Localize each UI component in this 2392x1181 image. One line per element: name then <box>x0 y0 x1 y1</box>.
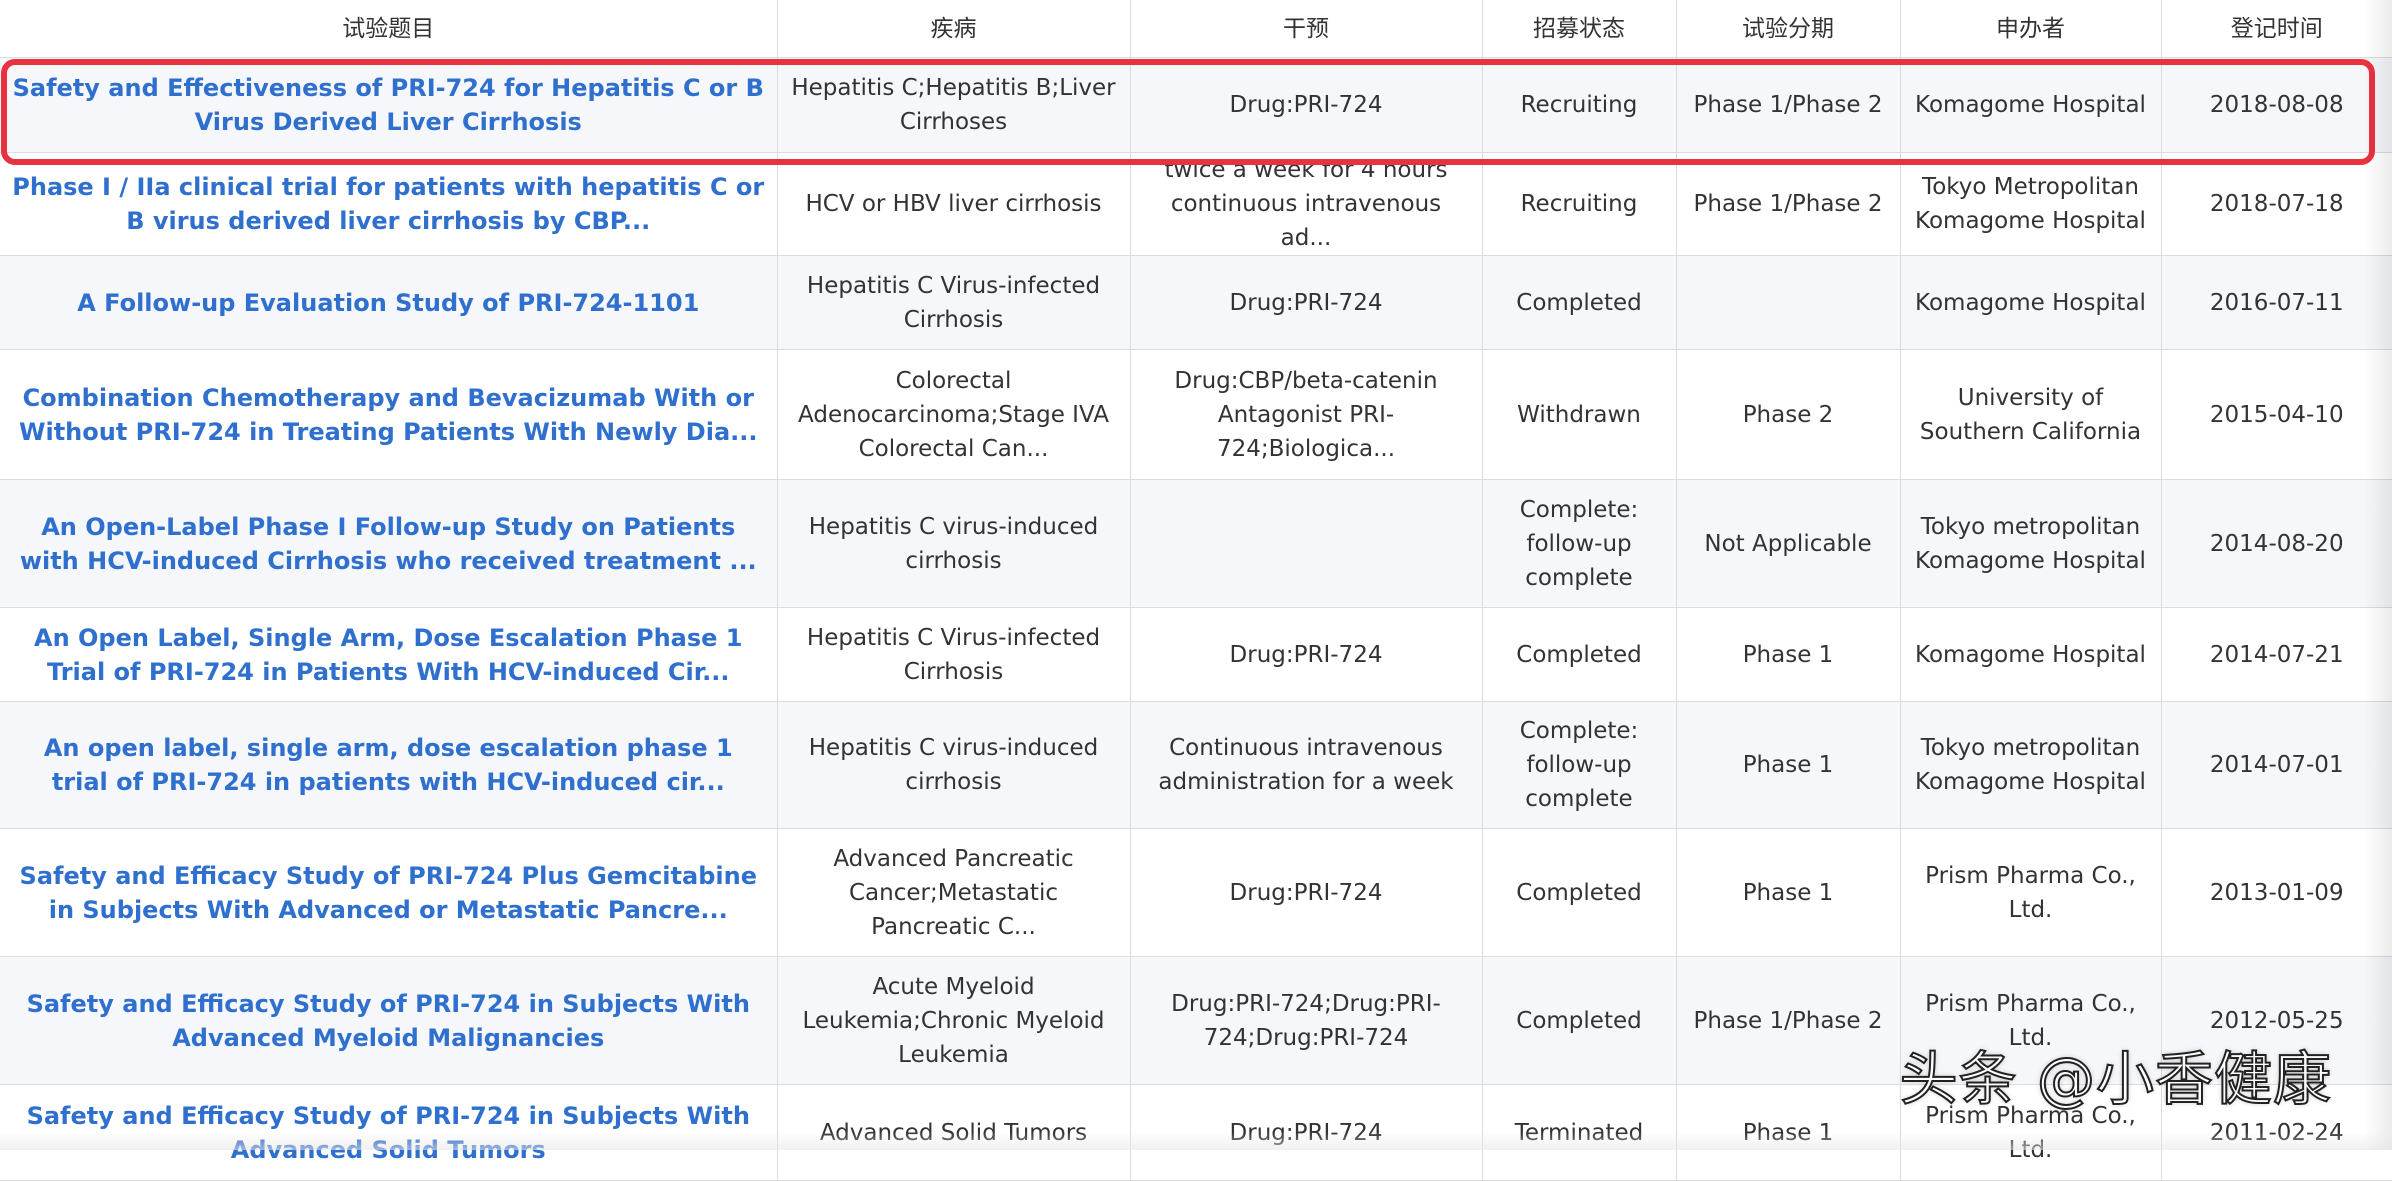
column-header-sponsor[interactable]: 申办者 <box>1900 0 2162 58</box>
phase-cell: Not Applicable <box>1676 479 1901 608</box>
sponsor-cell: Tokyo metropolitan Komagome Hospital <box>1900 479 2162 608</box>
date-cell: 2014-07-01 <box>2161 701 2392 829</box>
table-row[interactable]: Safety and Efficacy Study of PRI-724 in … <box>0 1084 2392 1181</box>
sponsor-cell: Prism Pharma Co., Ltd. <box>1900 956 2162 1085</box>
table-row[interactable]: Safety and Efficacy Study of PRI-724 in … <box>0 956 2392 1085</box>
phase-cell: Phase 1/Phase 2 <box>1676 152 1901 256</box>
table-row[interactable]: An Open Label, Single Arm, Dose Escalati… <box>0 607 2392 702</box>
intervention-cell: Drug:PRI-724 <box>1130 255 1483 350</box>
trial-title-link[interactable]: Safety and Effectiveness of PRI-724 for … <box>0 57 778 153</box>
status-cell: Recruiting <box>1482 57 1677 153</box>
trial-title-link[interactable]: An open label, single arm, dose escalati… <box>0 701 778 829</box>
column-header-phase[interactable]: 试验分期 <box>1676 0 1901 58</box>
trial-title-link[interactable]: Phase I / IIa clinical trial for patient… <box>0 152 778 256</box>
disease-cell: Acute Myeloid Leukemia;Chronic Myeloid L… <box>777 956 1131 1085</box>
trial-title-link[interactable]: Safety and Efficacy Study of PRI-724 in … <box>0 956 778 1085</box>
disease-cell: Hepatitis C virus-induced cirrhosis <box>777 701 1131 829</box>
table-header-row: 试验题目 疾病 干预 招募状态 试验分期 申办者 登记时间 <box>0 0 2392 58</box>
status-cell: Recruiting <box>1482 152 1677 256</box>
date-cell: 2018-07-18 <box>2161 152 2392 256</box>
disease-cell: Advanced Solid Tumors <box>777 1084 1131 1181</box>
status-cell: Completed <box>1482 828 1677 957</box>
column-header-date[interactable]: 登记时间 <box>2161 0 2392 58</box>
trial-title-link[interactable]: A Follow-up Evaluation Study of PRI-724-… <box>0 255 778 350</box>
column-header-title[interactable]: 试验题目 <box>0 0 778 58</box>
trial-title-link[interactable]: Safety and Efficacy Study of PRI-724 Plu… <box>0 828 778 957</box>
table-row[interactable]: Safety and Efficacy Study of PRI-724 Plu… <box>0 828 2392 957</box>
intervention-cell: Drug:PRI-724 <box>1130 1084 1483 1181</box>
phase-cell: Phase 1 <box>1676 701 1901 829</box>
phase-cell: Phase 1 <box>1676 828 1901 957</box>
intervention-cell: Drug:PRI-724 <box>1130 607 1483 702</box>
trial-title-link[interactable]: An Open Label, Single Arm, Dose Escalati… <box>0 607 778 702</box>
disease-cell: Hepatitis C;Hepatitis B;Liver Cirrhoses <box>777 57 1131 153</box>
sponsor-cell: Komagome Hospital <box>1900 57 2162 153</box>
date-cell: 2015-04-10 <box>2161 349 2392 480</box>
date-cell: 2014-07-21 <box>2161 607 2392 702</box>
sponsor-cell: Prism Pharma Co., Ltd. <box>1900 1084 2162 1181</box>
table-row[interactable]: Phase I / IIa clinical trial for patient… <box>0 152 2392 256</box>
phase-cell: Phase 1/Phase 2 <box>1676 57 1901 153</box>
date-cell: 2011-02-24 <box>2161 1084 2392 1181</box>
intervention-cell: Drug:CBP/beta-catenin Antagonist PRI-724… <box>1130 349 1483 480</box>
table-row[interactable]: A Follow-up Evaluation Study of PRI-724-… <box>0 255 2392 350</box>
intervention-cell <box>1130 479 1483 608</box>
status-cell: Withdrawn <box>1482 349 1677 480</box>
intervention-cell: Drug:PRI-724 <box>1130 57 1483 153</box>
sponsor-cell: Tokyo metropolitan Komagome Hospital <box>1900 701 2162 829</box>
trial-title-link[interactable]: Combination Chemotherapy and Bevacizumab… <box>0 349 778 480</box>
status-cell: Completed <box>1482 956 1677 1085</box>
column-header-disease[interactable]: 疾病 <box>777 0 1131 58</box>
disease-cell: Colorectal Adenocarcinoma;Stage IVA Colo… <box>777 349 1131 480</box>
phase-cell: Phase 1/Phase 2 <box>1676 956 1901 1085</box>
status-cell: Completed <box>1482 255 1677 350</box>
status-cell: Complete: follow-up complete <box>1482 479 1677 608</box>
trial-title-link[interactable]: Safety and Efficacy Study of PRI-724 in … <box>0 1084 778 1181</box>
intervention-cell: Drug:PRI-724;Drug:PRI-724;Drug:PRI-724 <box>1130 956 1483 1085</box>
table-row[interactable]: An Open-Label Phase I Follow-up Study on… <box>0 479 2392 608</box>
date-cell: 2016-07-11 <box>2161 255 2392 350</box>
date-cell: 2014-08-20 <box>2161 479 2392 608</box>
sponsor-cell: Tokyo Metropolitan Komagome Hospital <box>1900 152 2162 256</box>
date-cell: 2013-01-09 <box>2161 828 2392 957</box>
phase-cell <box>1676 255 1901 350</box>
sponsor-cell: Komagome Hospital <box>1900 255 2162 350</box>
table-row[interactable]: Combination Chemotherapy and Bevacizumab… <box>0 349 2392 480</box>
status-cell: Completed <box>1482 607 1677 702</box>
disease-cell: HCV or HBV liver cirrhosis <box>777 152 1131 256</box>
trial-title-link[interactable]: An Open-Label Phase I Follow-up Study on… <box>0 479 778 608</box>
status-cell: Terminated <box>1482 1084 1677 1181</box>
sponsor-cell: Komagome Hospital <box>1900 607 2162 702</box>
table-row[interactable]: An open label, single arm, dose escalati… <box>0 701 2392 829</box>
column-header-intervention[interactable]: 干预 <box>1130 0 1483 58</box>
status-cell: Complete: follow-up complete <box>1482 701 1677 829</box>
phase-cell: Phase 1 <box>1676 1084 1901 1181</box>
disease-cell: Advanced Pancreatic Cancer;Metastatic Pa… <box>777 828 1131 957</box>
table-row[interactable]: Safety and Effectiveness of PRI-724 for … <box>0 57 2392 153</box>
trial-results-table: 试验题目 疾病 干预 招募状态 试验分期 申办者 登记时间 Safety and… <box>0 0 2392 1181</box>
intervention-cell: Continuous intravenous administration fo… <box>1130 701 1483 829</box>
disease-cell: Hepatitis C virus-induced cirrhosis <box>777 479 1131 608</box>
date-cell: 2018-08-08 <box>2161 57 2392 153</box>
column-header-status[interactable]: 招募状态 <box>1482 0 1677 58</box>
intervention-cell: twice a week for 4 hours continuous intr… <box>1130 152 1483 256</box>
phase-cell: Phase 2 <box>1676 349 1901 480</box>
sponsor-cell: Prism Pharma Co., Ltd. <box>1900 828 2162 957</box>
sponsor-cell: University of Southern California <box>1900 349 2162 480</box>
disease-cell: Hepatitis C Virus-infected Cirrhosis <box>777 607 1131 702</box>
intervention-cell: Drug:PRI-724 <box>1130 828 1483 957</box>
date-cell: 2012-05-25 <box>2161 956 2392 1085</box>
phase-cell: Phase 1 <box>1676 607 1901 702</box>
disease-cell: Hepatitis C Virus-infected Cirrhosis <box>777 255 1131 350</box>
